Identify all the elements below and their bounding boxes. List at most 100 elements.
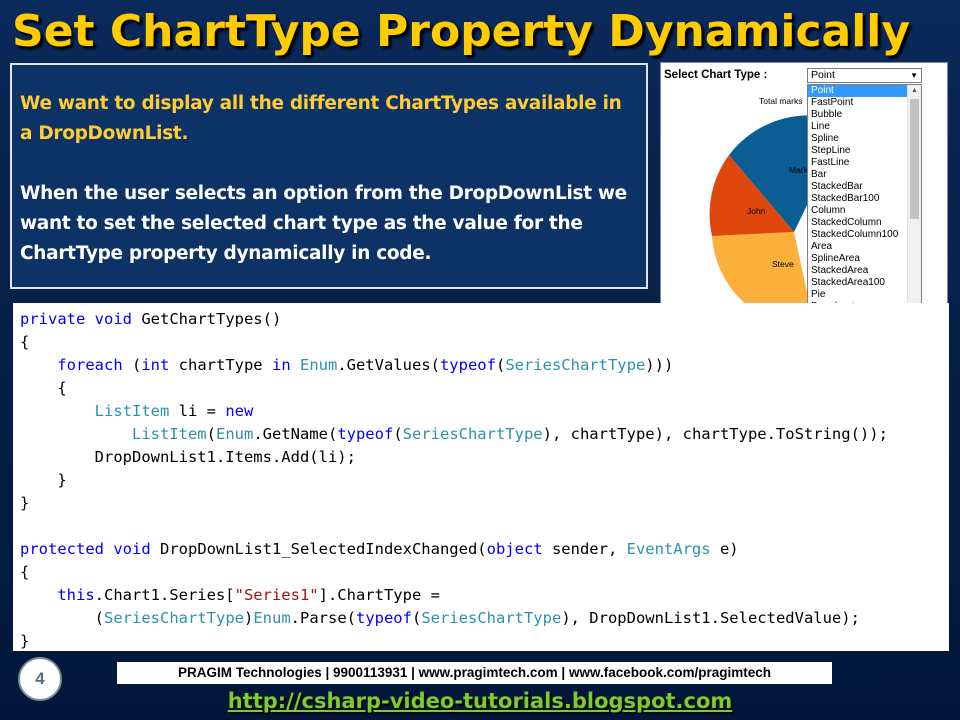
slice-label-mark: Mark — [789, 165, 809, 175]
code-token: { — [20, 333, 30, 351]
dropdown-option[interactable]: SplineArea — [808, 253, 921, 265]
code-line: } — [20, 469, 949, 492]
dropdown-option[interactable]: StackedColumn100 — [808, 229, 921, 241]
code-token: GetChartTypes() — [141, 310, 282, 328]
code-token: protected — [20, 540, 114, 558]
dropdown-option[interactable]: Bar — [808, 169, 921, 181]
code-token: typeof — [355, 609, 412, 627]
dropdown-selected-value: Point — [811, 69, 835, 81]
code-token: ( — [20, 609, 104, 627]
code-line: } — [20, 630, 949, 651]
code-token: Enum — [215, 425, 254, 443]
code-token: { — [20, 379, 67, 397]
dropdown-option[interactable]: Pie — [808, 289, 921, 301]
dropdown-option[interactable]: Column — [808, 205, 921, 217]
code-token: in — [271, 356, 300, 374]
description-white: When the user selects an option from the… — [20, 183, 627, 264]
code-token: foreach — [57, 356, 132, 374]
description-box: We want to display all the different Cha… — [10, 63, 648, 289]
code-token: } — [20, 632, 30, 650]
dropdown-option[interactable]: StackedBar100 — [808, 193, 921, 205]
dropdown-option[interactable]: Line — [808, 121, 921, 133]
dropdown-option[interactable]: Bubble — [808, 109, 921, 121]
code-line: { — [20, 377, 949, 400]
code-token: ))) — [645, 356, 674, 374]
code-token: void — [113, 540, 160, 558]
code-token: .Chart1.Series[ — [94, 586, 235, 604]
scrollbar-thumb[interactable] — [910, 99, 919, 219]
code-token: ListItem — [94, 402, 179, 420]
chart-type-dropdown[interactable]: Point ▼ — [807, 68, 922, 83]
dropdown-option[interactable]: Spline — [808, 133, 921, 145]
code-line: DropDownList1.Items.Add(li); — [20, 446, 949, 469]
options-container: Point FastPoint Bubble Line Spline StepLine Fa… — [808, 85, 921, 325]
options-scrollbar[interactable]: ▲ ▼ — [907, 85, 921, 325]
code-token: .GetName( — [253, 425, 338, 443]
code-line: { — [20, 561, 949, 584]
code-token: e) — [719, 540, 739, 558]
dropdown-option[interactable]: FastLine — [808, 157, 921, 169]
code-token: } — [20, 494, 30, 512]
dropdown-option[interactable]: Area — [808, 241, 921, 253]
scroll-up-icon[interactable]: ▲ — [908, 85, 921, 97]
code-token: ( — [131, 356, 142, 374]
description-yellow: We want to display all the different Cha… — [20, 93, 622, 144]
slide-title: Set ChartType Property Dynamically — [12, 6, 911, 57]
code-token: int — [141, 356, 179, 374]
slice-label-john: John — [747, 206, 766, 216]
code-token: ), chartType), chartType.ToString()); — [542, 425, 888, 443]
code-line: } — [20, 492, 949, 515]
code-token: new — [225, 402, 254, 420]
code-token: ].ChartType = — [318, 586, 440, 604]
chart-panel: Select Chart Type : Total marks Mark Joh… — [660, 62, 948, 332]
code-token: .Parse( — [290, 609, 356, 627]
code-token: EventArgs — [626, 540, 720, 558]
code-token: ), DropDownList1.SelectedValue); — [561, 609, 860, 627]
code-token: this — [57, 586, 95, 604]
code-line: protected void DropDownList1_SelectedInd… — [20, 538, 949, 561]
code-token: DropDownList1.Items.Add(li); — [20, 448, 356, 466]
code-token: ( — [411, 609, 422, 627]
code-token: Enum — [299, 356, 338, 374]
code-token: SeriesChartType — [505, 356, 646, 374]
code-line: ListItem(Enum.GetName(typeof(SeriesChart… — [20, 423, 949, 446]
code-token: chartType — [178, 356, 272, 374]
code-token: ( — [206, 425, 216, 443]
code-token: ListItem — [131, 425, 207, 443]
dropdown-option[interactable]: StackedArea — [808, 265, 921, 277]
dropdown-option[interactable]: StepLine — [808, 145, 921, 157]
dropdown-arrow-icon[interactable]: ▼ — [910, 69, 918, 82]
chart-type-options-list[interactable]: Point FastPoint Bubble Line Spline StepLine Fa… — [807, 84, 922, 326]
code-token: Enum — [253, 609, 291, 627]
code-token: ( — [393, 425, 403, 443]
code-line: (SeriesChartType)Enum.Parse(typeof(Serie… — [20, 607, 949, 630]
code-line: this.Chart1.Series["Series1"].ChartType … — [20, 584, 949, 607]
code-token: { — [20, 563, 30, 581]
code-token: SeriesChartType — [104, 609, 244, 627]
slice-label-steve: Steve — [772, 259, 794, 269]
code-token: typeof — [439, 356, 496, 374]
code-token: typeof — [337, 425, 394, 443]
dropdown-option[interactable]: Point — [808, 85, 921, 97]
code-token: SeriesChartType — [402, 425, 543, 443]
footer-blog-link[interactable]: http://csharp-video-tutorials.blogspot.c… — [0, 689, 960, 713]
code-token: ( — [495, 356, 506, 374]
code-token: "Series1" — [234, 586, 319, 604]
code-token: li = — [178, 402, 226, 420]
code-token: .GetValues( — [337, 356, 440, 374]
dropdown-option[interactable]: StackedColumn — [808, 217, 921, 229]
code-token: object — [486, 540, 552, 558]
dropdown-option[interactable]: FastPoint — [808, 97, 921, 109]
dropdown-option[interactable]: StackedBar — [808, 181, 921, 193]
code-block: private void GetChartTypes(){ foreach (i… — [13, 303, 949, 651]
code-line: foreach (int chartType in Enum.GetValues… — [20, 354, 949, 377]
code-token: DropDownList1_SelectedIndexChanged( — [160, 540, 487, 558]
code-token: ) — [243, 609, 254, 627]
code-line: ListItem li = new — [20, 400, 949, 423]
code-token: sender, — [551, 540, 627, 558]
code-token: private — [20, 310, 95, 328]
dropdown-option[interactable]: StackedArea100 — [808, 277, 921, 289]
